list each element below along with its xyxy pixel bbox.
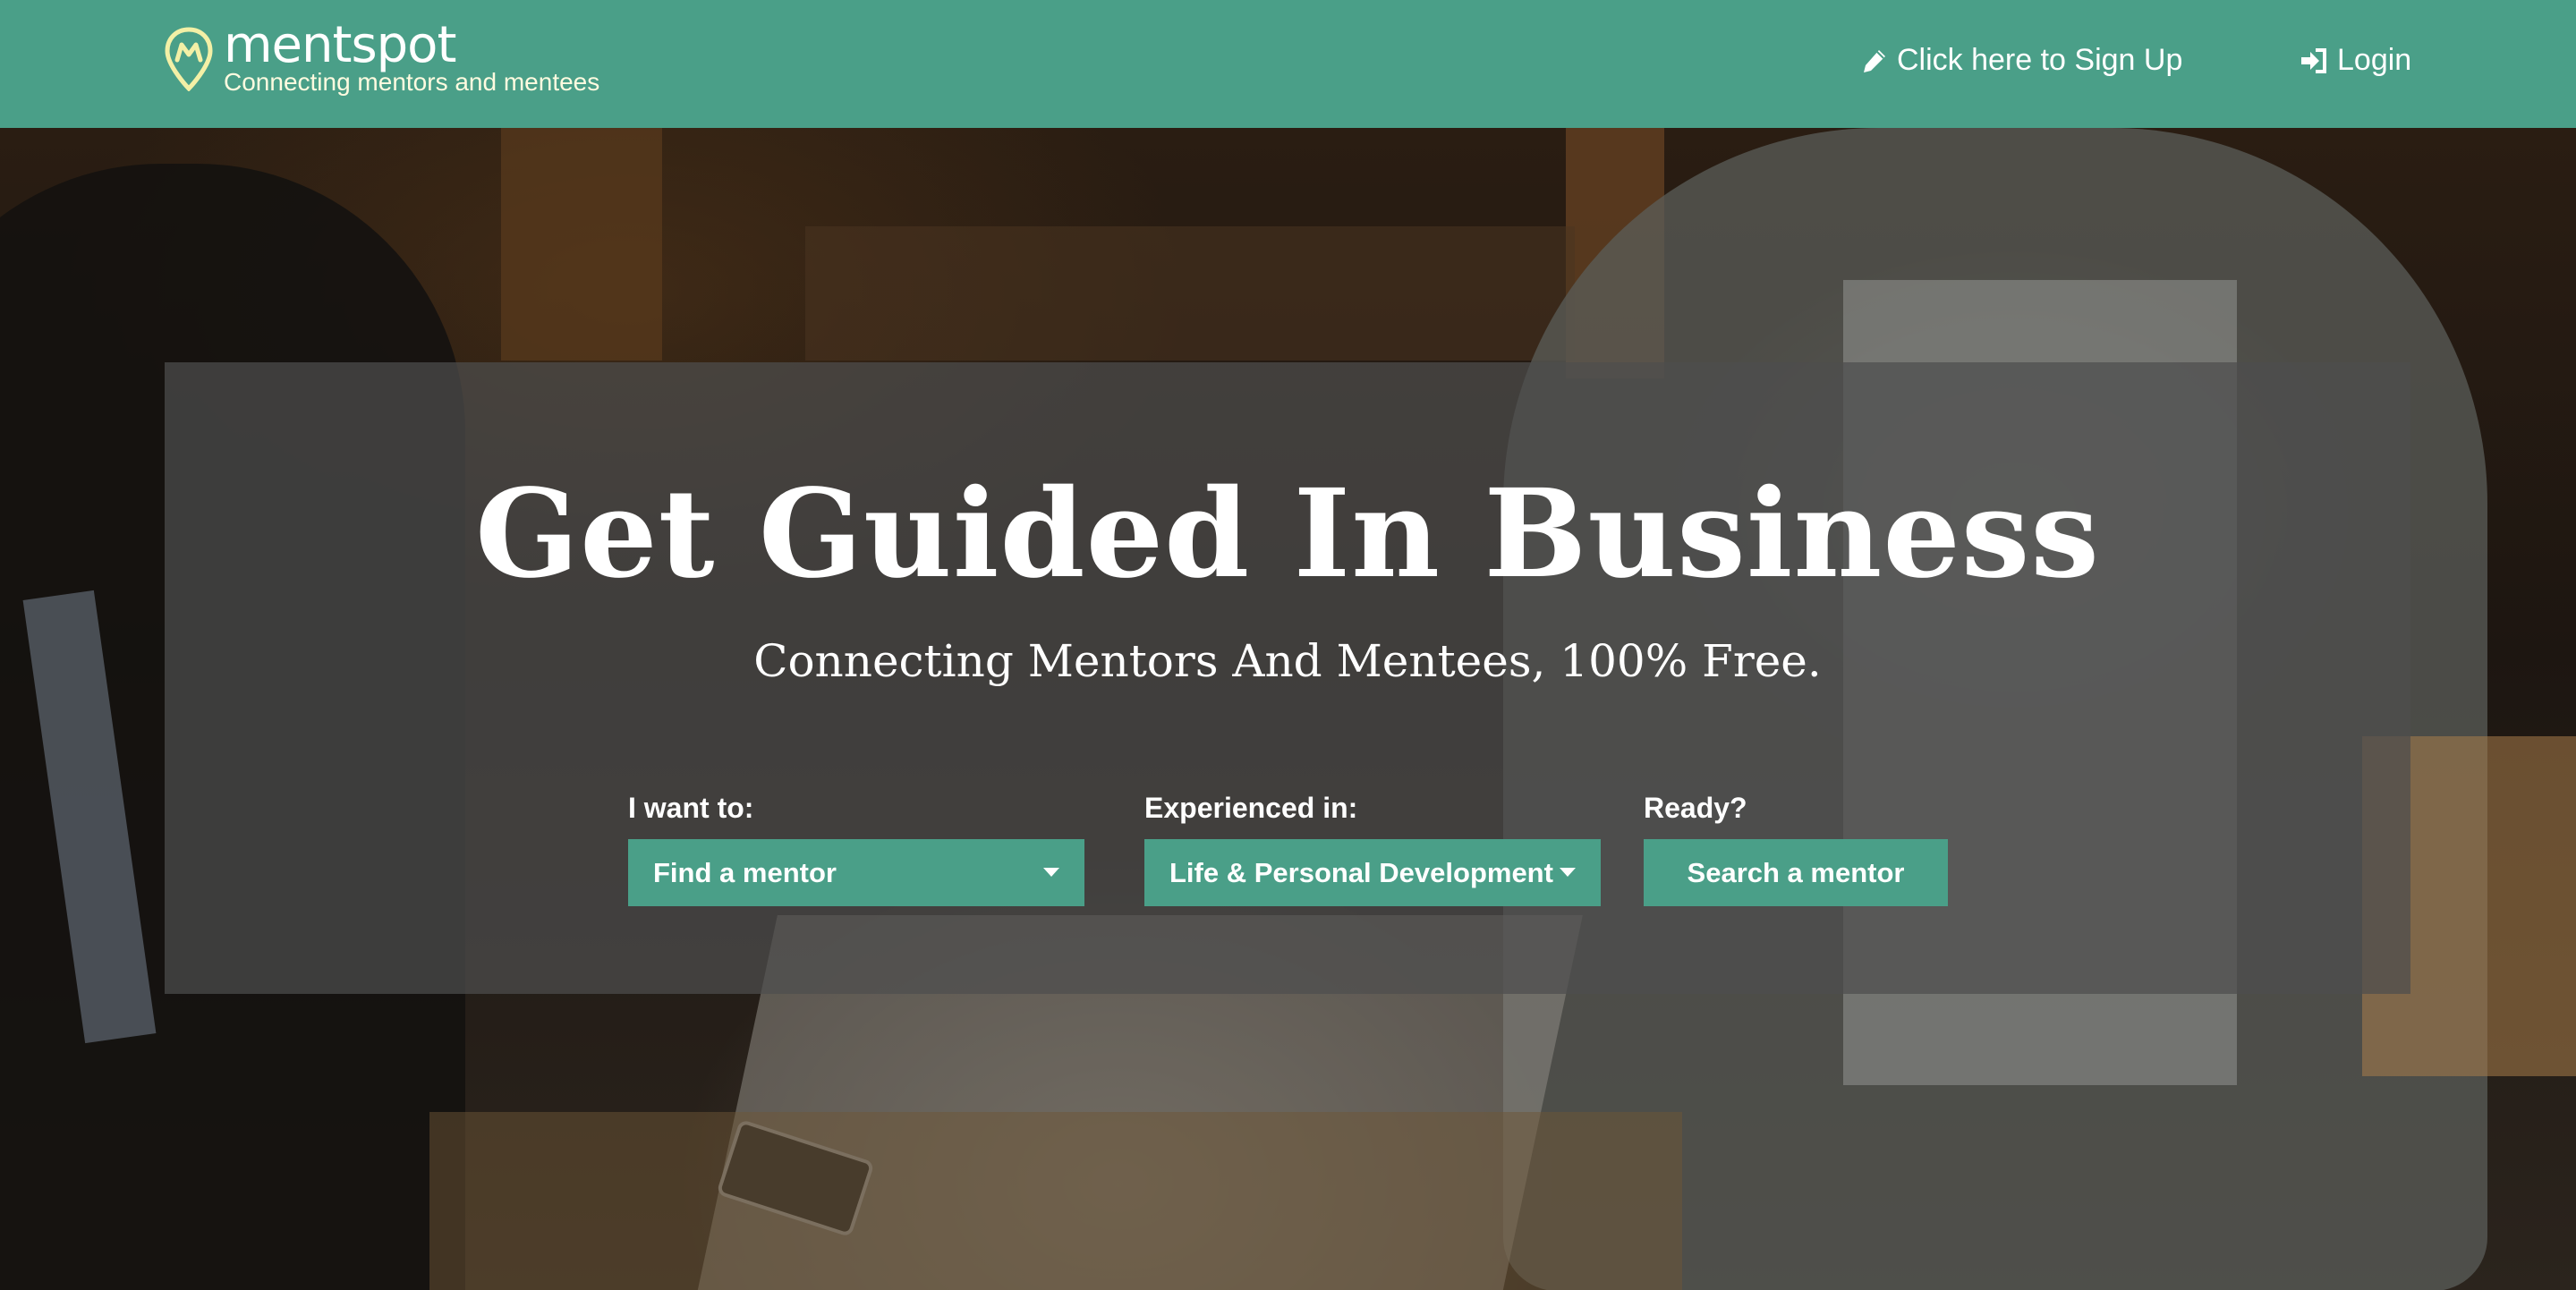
ready-label: Ready?: [1644, 792, 1747, 824]
caret-down-icon: [1560, 868, 1576, 877]
search-mentor-button[interactable]: Search a mentor: [1644, 839, 1948, 906]
table-surface: [429, 1112, 1682, 1290]
brand-name: mentspot: [224, 16, 456, 74]
caret-down-icon: [1043, 868, 1059, 877]
experience-select-value: Life & Personal Development: [1169, 856, 1553, 888]
login-link[interactable]: Login: [2300, 43, 2411, 78]
hero-panel: Get Guided In Business Connecting Mentor…: [165, 362, 2410, 994]
login-link-label: Login: [2337, 43, 2412, 77]
experience-label: Experienced in:: [1144, 792, 1358, 824]
background-window-frame: [501, 128, 662, 361]
brand-tagline: Connecting mentors and mentees: [224, 68, 600, 96]
signup-link[interactable]: Click here to Sign Up: [1861, 43, 2182, 78]
experience-select[interactable]: Life & Personal Development: [1144, 839, 1601, 906]
want-select-value: Find a mentor: [653, 856, 837, 888]
background-table: [805, 226, 1575, 361]
want-select[interactable]: Find a mentor: [628, 839, 1084, 906]
map-pin-logo-icon: [165, 27, 213, 91]
top-nav-bar: mentspot Connecting mentors and mentees …: [0, 0, 2576, 128]
pencil-icon: [1864, 49, 1885, 72]
hero-title: Get Guided In Business: [474, 463, 2101, 606]
signup-link-label: Click here to Sign Up: [1897, 43, 2183, 77]
hero-subtitle: Connecting Mentors And Mentees, 100% Fre…: [753, 635, 1822, 687]
want-label: I want to:: [628, 792, 754, 824]
sign-in-icon: [2301, 47, 2326, 73]
